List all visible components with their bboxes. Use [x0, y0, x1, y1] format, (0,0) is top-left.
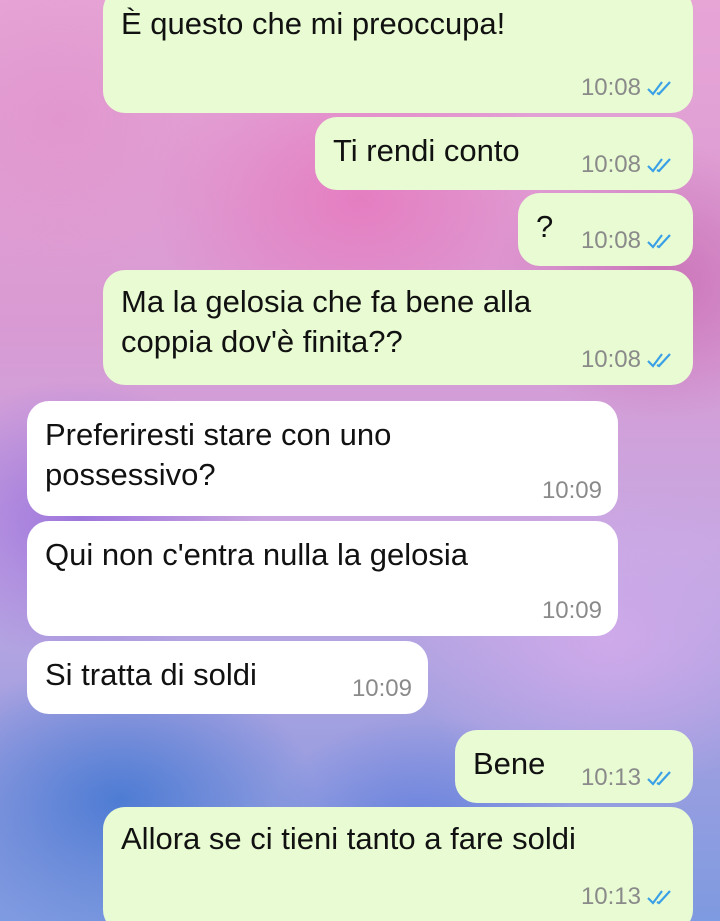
message-time: 10:13: [580, 764, 641, 791]
message-meta: 10:08: [581, 228, 677, 254]
message-meta: 10:09: [542, 478, 602, 504]
message-text: Ti rendi conto: [333, 133, 520, 168]
message-meta: 10:09: [352, 676, 412, 702]
message-time: 10:08: [580, 151, 641, 178]
message-text: Allora se ci tieni tanto a fare soldi: [121, 821, 576, 856]
message-time: 10:08: [580, 346, 641, 373]
message-time: 10:08: [580, 227, 641, 254]
message-meta: 10:09: [542, 598, 602, 624]
message-meta: 10:08: [581, 75, 677, 101]
message-bubble-outgoing[interactable]: Allora se ci tieni tanto a fare soldi 10…: [103, 807, 693, 921]
message-bubble-outgoing[interactable]: ? 10:08: [518, 193, 693, 266]
message-text: Preferiresti stare con uno possessivo?: [45, 417, 392, 492]
double-check-icon: [647, 158, 671, 173]
message-time: 10:09: [541, 477, 602, 504]
message-text: ?: [536, 209, 554, 244]
message-bubble-outgoing[interactable]: Bene 10:13: [455, 730, 693, 803]
message-meta: 10:08: [581, 152, 677, 178]
double-check-icon: [647, 890, 671, 905]
double-check-icon: [647, 771, 671, 786]
message-meta: 10:13: [581, 765, 677, 791]
message-bubble-incoming[interactable]: Qui non c'entra nulla la gelosia 10:09: [27, 521, 618, 636]
message-bubble-incoming[interactable]: Preferiresti stare con uno possessivo? 1…: [27, 401, 618, 516]
message-time: 10:13: [580, 883, 641, 910]
message-time: 10:08: [580, 74, 641, 101]
double-check-icon: [647, 81, 671, 96]
message-bubble-outgoing[interactable]: Ti rendi conto 10:08: [315, 117, 693, 190]
message-text: Bene: [473, 746, 546, 781]
message-meta: 10:08: [581, 347, 677, 373]
message-text: È questo che mi preoccupa!: [121, 6, 506, 41]
message-text: Qui non c'entra nulla la gelosia: [45, 537, 468, 572]
message-time: 10:09: [541, 597, 602, 624]
message-bubble-outgoing[interactable]: È questo che mi preoccupa! 10:08: [103, 0, 693, 113]
message-meta: 10:13: [581, 884, 677, 910]
message-time: 10:09: [351, 675, 412, 702]
message-bubble-incoming[interactable]: Si tratta di soldi 10:09: [27, 641, 428, 714]
message-text: Ma la gelosia che fa bene alla coppia do…: [121, 284, 532, 359]
double-check-icon: [647, 353, 671, 368]
message-text: Si tratta di soldi: [45, 657, 257, 692]
message-bubble-outgoing[interactable]: Ma la gelosia che fa bene alla coppia do…: [103, 270, 693, 385]
double-check-icon: [647, 234, 671, 249]
